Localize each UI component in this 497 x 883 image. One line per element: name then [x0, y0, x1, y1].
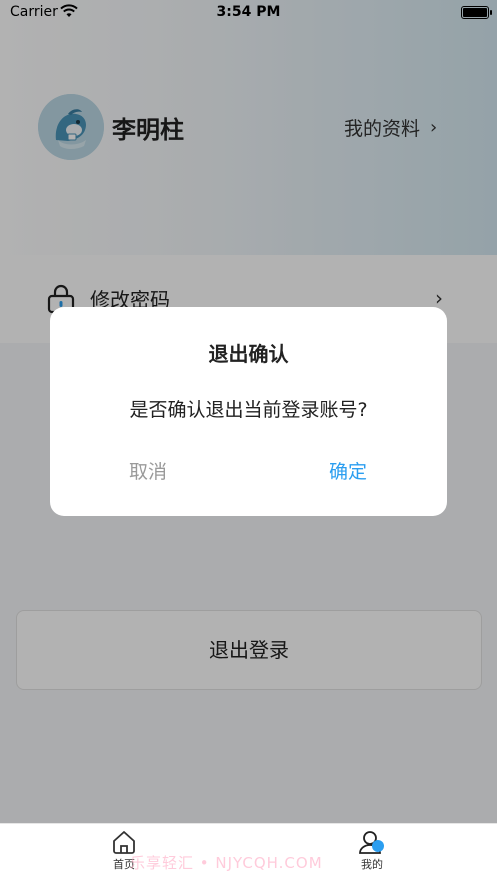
- cancel-button[interactable]: 取消: [98, 457, 198, 493]
- user-icon: [359, 831, 384, 854]
- tab-mine[interactable]: 我的: [332, 830, 412, 872]
- watermark: 乐享轻汇 • NJYCQH.COM: [130, 854, 323, 872]
- logout-confirm-dialog: 退出确认 是否确认退出当前登录账号? 取消 确定: [50, 307, 447, 516]
- app-screen: Carrier 3:54 PM 李明柱 我的资料 › 修改密码 › 退出登录 首…: [0, 0, 497, 883]
- dialog-title: 退出确认: [208, 342, 289, 366]
- home-icon: [113, 831, 135, 854]
- tab-label: 我的: [361, 858, 383, 871]
- confirm-button[interactable]: 确定: [298, 457, 398, 493]
- dialog-message: 是否确认退出当前登录账号?: [129, 399, 368, 421]
